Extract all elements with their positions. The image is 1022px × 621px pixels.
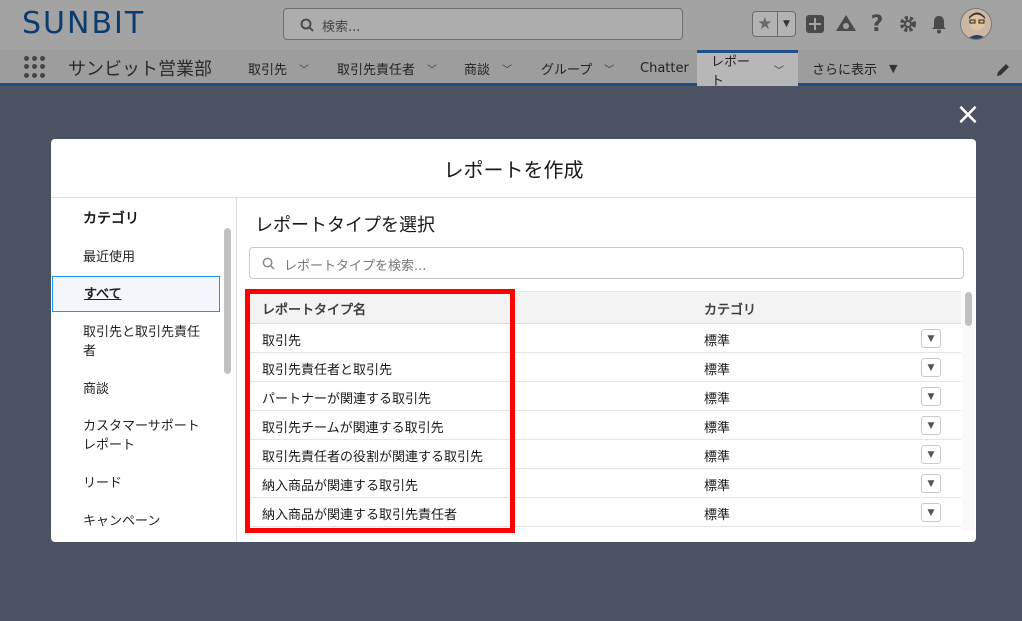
table-row[interactable]: 取引先責任者の役割が関連する取引先 標準 ▼ <box>249 440 961 469</box>
table-header: レポートタイプ名 カテゴリ <box>249 291 961 324</box>
report-type-search-placeholder: レポートタイプを検索... <box>284 259 427 274</box>
trailhead-icon[interactable] <box>834 12 858 36</box>
table-scroll-track <box>962 291 975 531</box>
logo: SUNBIT <box>22 6 146 41</box>
report-type-name[interactable]: 取引先 <box>262 330 301 349</box>
tab-chatter[interactable]: Chatter <box>640 50 689 86</box>
row-menu-chevron-down-icon[interactable]: ▼ <box>921 358 941 377</box>
sidebar-scrollbar[interactable] <box>224 228 231 374</box>
chevron-down-icon[interactable]: ▼ <box>778 12 795 36</box>
modal-title: レポートを作成 <box>51 139 976 198</box>
chevron-down-icon[interactable]: ﹀ <box>502 61 512 76</box>
panel-title: レポートタイプを選択 <box>255 215 435 236</box>
report-type-name[interactable]: 取引先責任者と取引先 <box>262 359 392 378</box>
add-icon[interactable] <box>803 12 827 36</box>
chevron-down-icon[interactable]: ﹀ <box>427 61 437 76</box>
report-type-table: レポートタイプ名 カテゴリ 取引先 標準 ▼ 取引先責任者と取引先 標準 ▼ パ… <box>249 291 961 527</box>
create-report-modal: レポートを作成 カテゴリ 最近使用 すべて 取引先と取引先責任者 商談 カスタマ… <box>51 139 976 542</box>
report-type-category: 標準 <box>704 363 731 378</box>
table-scrollbar[interactable] <box>965 292 972 326</box>
report-type-panel: レポートタイプを選択 レポートタイプを検索... レポートタイプ名 カテゴリ 取… <box>238 198 976 542</box>
sidebar-item-customer-support[interactable]: カスタマーサポートレポート <box>51 417 201 455</box>
report-type-name[interactable]: 取引先チームが関連する取引先 <box>262 417 444 436</box>
close-icon[interactable]: × <box>954 100 982 130</box>
search-icon <box>300 18 314 32</box>
row-menu-chevron-down-icon[interactable]: ▼ <box>921 329 941 348</box>
sidebar-item-all[interactable]: すべて <box>52 276 220 312</box>
sidebar-item-accounts-contacts[interactable]: 取引先と取引先責任者 <box>51 323 201 361</box>
bell-icon[interactable] <box>927 12 951 36</box>
tab-groups[interactable]: グループ ﹀ <box>541 50 614 86</box>
table-row[interactable]: 取引先 標準 ▼ <box>249 324 961 353</box>
chevron-down-icon[interactable]: ﹀ <box>299 61 309 76</box>
global-search-input[interactable]: 検索... <box>283 8 683 40</box>
table-row[interactable]: 取引先チームが関連する取引先 標準 ▼ <box>249 411 961 440</box>
favorites-button[interactable]: ★ ▼ <box>752 11 796 37</box>
avatar[interactable] <box>960 8 992 40</box>
app-nav-bar: サンビット営業部 取引先 ﹀ 取引先責任者 ﹀ 商談 ﹀ グループ ﹀ Chatter … <box>0 50 1022 89</box>
global-header: SUNBIT 検索... ★ ▼ ? <box>0 0 1022 50</box>
star-icon[interactable]: ★ <box>753 12 778 36</box>
tab-reports[interactable]: レポート ﹀ <box>697 50 798 89</box>
tab-accounts[interactable]: 取引先 ﹀ <box>248 50 309 86</box>
column-header-category[interactable]: カテゴリ <box>704 299 756 318</box>
sidebar-item-opportunities[interactable]: 商談 <box>51 380 221 399</box>
tab-opportunities[interactable]: 商談 ﹀ <box>464 50 512 86</box>
report-type-name[interactable]: 納入商品が関連する取引先 <box>262 475 418 494</box>
report-type-category: 標準 <box>704 508 731 523</box>
sidebar-item-recent[interactable]: 最近使用 <box>51 248 221 267</box>
report-type-name[interactable]: 納入商品が関連する取引先責任者 <box>262 504 457 523</box>
report-type-category: 標準 <box>704 334 731 349</box>
report-type-category: 標準 <box>704 421 731 436</box>
report-type-category: 標準 <box>704 479 731 494</box>
row-menu-chevron-down-icon[interactable]: ▼ <box>921 474 941 493</box>
report-type-name[interactable]: 取引先責任者の役割が関連する取引先 <box>262 446 483 465</box>
row-menu-chevron-down-icon[interactable]: ▼ <box>921 387 941 406</box>
report-type-category: 標準 <box>704 392 731 407</box>
app-launcher-icon[interactable] <box>24 56 46 78</box>
table-row[interactable]: 取引先責任者と取引先 標準 ▼ <box>249 353 961 382</box>
table-row[interactable]: 納入商品が関連する取引先責任者 標準 ▼ <box>249 498 961 527</box>
row-menu-chevron-down-icon[interactable]: ▼ <box>921 503 941 522</box>
search-icon <box>262 257 275 270</box>
tab-contacts[interactable]: 取引先責任者 ﹀ <box>337 50 437 86</box>
gear-icon[interactable] <box>896 12 920 36</box>
sidebar-item-leads[interactable]: リード <box>51 474 221 493</box>
edit-nav-icon[interactable] <box>996 62 1010 81</box>
report-type-name[interactable]: パートナーが関連する取引先 <box>262 388 431 407</box>
column-header-name[interactable]: レポートタイプ名 <box>262 299 366 318</box>
table-row[interactable]: パートナーが関連する取引先 標準 ▼ <box>249 382 961 411</box>
report-type-search-input[interactable]: レポートタイプを検索... <box>249 247 964 279</box>
sidebar-title: カテゴリ <box>83 211 139 227</box>
sidebar-item-campaigns[interactable]: キャンペーン <box>51 512 221 531</box>
row-menu-chevron-down-icon[interactable]: ▼ <box>921 445 941 464</box>
app-name: サンビット営業部 <box>68 59 212 80</box>
table-row[interactable]: 納入商品が関連する取引先 標準 ▼ <box>249 469 961 498</box>
chevron-down-icon[interactable]: ﹀ <box>604 61 614 76</box>
global-search-placeholder: 検索... <box>322 20 361 35</box>
help-icon[interactable]: ? <box>865 12 889 37</box>
chevron-down-icon[interactable]: ﹀ <box>774 62 784 77</box>
row-menu-chevron-down-icon[interactable]: ▼ <box>921 416 941 435</box>
caret-down-icon[interactable]: ▼ <box>889 62 897 75</box>
report-type-category: 標準 <box>704 450 731 465</box>
tab-more[interactable]: さらに表示 ▼ <box>812 50 897 86</box>
category-sidebar: カテゴリ 最近使用 すべて 取引先と取引先責任者 商談 カスタマーサポートレポー… <box>51 198 237 542</box>
